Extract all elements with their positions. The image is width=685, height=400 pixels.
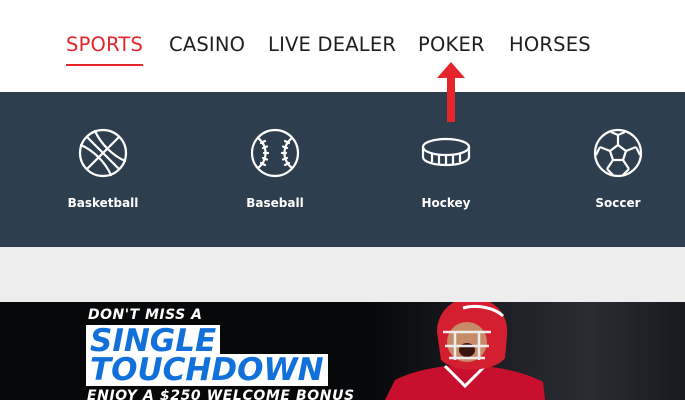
sport-label: Hockey <box>421 196 471 210</box>
sports-category-bar: Basketball Baseball Hockey Soccer <box>0 92 685 247</box>
sport-basketball[interactable]: Basketball <box>43 92 163 247</box>
football-player-image <box>385 302 545 400</box>
arrow-up-icon <box>437 62 465 122</box>
divider-band <box>0 247 685 302</box>
tab-horses[interactable]: HORSES <box>509 33 591 56</box>
tab-live-dealer[interactable]: LIVE DEALER <box>268 33 396 56</box>
top-navigation: SPORTS CASINO LIVE DEALER POKER HORSES <box>0 0 685 92</box>
tab-sports[interactable]: SPORTS <box>66 33 144 66</box>
tab-poker[interactable]: POKER <box>418 33 485 56</box>
promo-subline: ENJOY A $250 WELCOME BONUS <box>87 388 355 400</box>
promo-tagline: DON'T MISS A <box>88 307 203 323</box>
hockey-puck-icon <box>421 137 471 167</box>
sport-label: Basketball <box>67 196 139 210</box>
tab-casino[interactable]: CASINO <box>169 33 245 56</box>
sport-label: Baseball <box>246 196 304 210</box>
sport-soccer[interactable]: Soccer <box>558 92 678 247</box>
sport-label: Soccer <box>595 196 641 210</box>
baseball-icon <box>250 128 300 178</box>
promo-banner[interactable]: DON'T MISS A SINGLE TOUCHDOWN ENJOY A $2… <box>0 302 685 400</box>
soccer-ball-icon <box>593 128 643 178</box>
basketball-icon <box>78 128 128 178</box>
promo-headline-line-2: TOUCHDOWN <box>83 354 331 389</box>
sport-baseball[interactable]: Baseball <box>215 92 335 247</box>
